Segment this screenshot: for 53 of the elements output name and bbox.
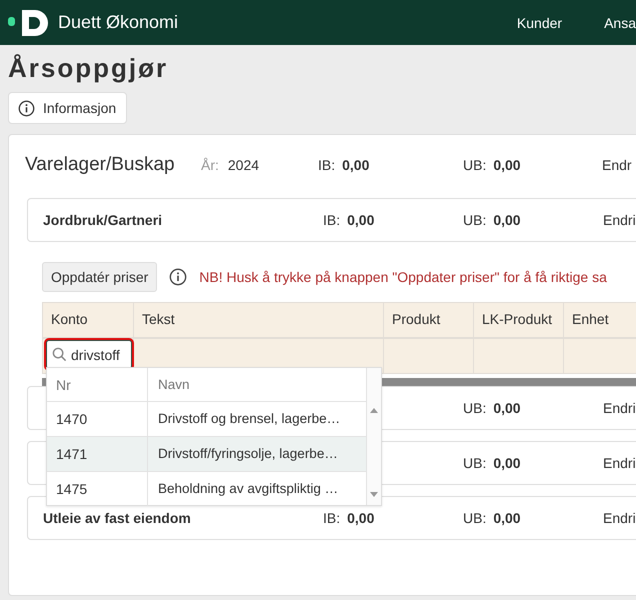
ib-label: IB: bbox=[318, 157, 336, 173]
change-label: Endri bbox=[603, 212, 636, 228]
filter-cell[interactable] bbox=[384, 338, 474, 373]
change-label: Endr bbox=[602, 157, 632, 173]
filter-cell[interactable] bbox=[474, 338, 564, 373]
ub-label: UB: bbox=[463, 157, 486, 173]
account-name: Beholdning av avgiftspliktig … bbox=[157, 480, 340, 498]
page-title: Årsoppgjør bbox=[8, 52, 170, 85]
account-number: 1475 bbox=[47, 472, 148, 506]
nav-link[interactable]: Ansa bbox=[604, 14, 636, 30]
info-icon bbox=[169, 268, 188, 286]
ub-label: UB: bbox=[463, 455, 486, 471]
nav-link[interactable]: Kunder bbox=[516, 14, 562, 30]
change-label: Endri bbox=[603, 455, 636, 471]
section-title: Varelager/Buskap bbox=[25, 154, 175, 175]
account-name: Drivstoff/fyringsolje, lagerbe… bbox=[157, 445, 339, 463]
change-label: Endri bbox=[603, 400, 636, 416]
info-icon bbox=[18, 100, 35, 116]
update-prices-button[interactable]: Oppdatér priser bbox=[42, 262, 158, 292]
info-button[interactable]: Informasjon bbox=[8, 92, 128, 124]
search-field[interactable]: drivstoff bbox=[46, 340, 132, 369]
dropdown-row[interactable]: 1471 Drivstoff/fyringsolje, lagerbe… bbox=[47, 437, 366, 472]
group-name: Jordbruk/Gartneri bbox=[43, 212, 162, 228]
year-label: År: bbox=[201, 157, 219, 173]
column-header: Navn bbox=[157, 376, 191, 394]
group-name: Utleie av fast eiendom bbox=[43, 510, 191, 526]
account-name: Drivstoff og brensel, lagerbe… bbox=[157, 410, 342, 428]
scroll-up-icon[interactable] bbox=[369, 406, 379, 414]
ub-value: 0,00 bbox=[493, 212, 521, 228]
logo-icon bbox=[8, 8, 50, 38]
ub-value: 0,00 bbox=[493, 510, 521, 526]
ib-value: 0,00 bbox=[347, 510, 374, 526]
ub-value: 0,00 bbox=[493, 400, 521, 416]
ub-label: UB: bbox=[463, 212, 486, 228]
ib-value: 0,00 bbox=[347, 212, 374, 228]
notice-text: NB! Husk å trykke på knappen "Oppdater priser" for å få riktige sa bbox=[199, 269, 607, 285]
search-icon bbox=[52, 347, 67, 362]
ib-label: IB: bbox=[323, 510, 340, 526]
year-value: 2024 bbox=[228, 157, 260, 173]
ib-value: 0,00 bbox=[342, 157, 370, 173]
ub-label: UB: bbox=[463, 510, 486, 526]
column-header: Nr bbox=[47, 368, 148, 402]
brand-name: Duett Økonomi bbox=[58, 12, 178, 33]
scroll-down-icon[interactable] bbox=[369, 491, 379, 499]
scrollbar[interactable] bbox=[366, 368, 381, 505]
ub-value: 0,00 bbox=[493, 157, 521, 173]
change-label: Endri bbox=[603, 510, 636, 526]
account-number: 1470 bbox=[47, 402, 148, 436]
group-card[interactable]: Jordbruk/Gartneri IB: 0,00 UB: 0,00 Endri bbox=[27, 198, 636, 242]
ub-value: 0,00 bbox=[493, 455, 521, 471]
account-number: 1471 bbox=[47, 437, 148, 471]
ib-label: IB: bbox=[323, 212, 340, 228]
ub-label: UB: bbox=[463, 400, 486, 416]
